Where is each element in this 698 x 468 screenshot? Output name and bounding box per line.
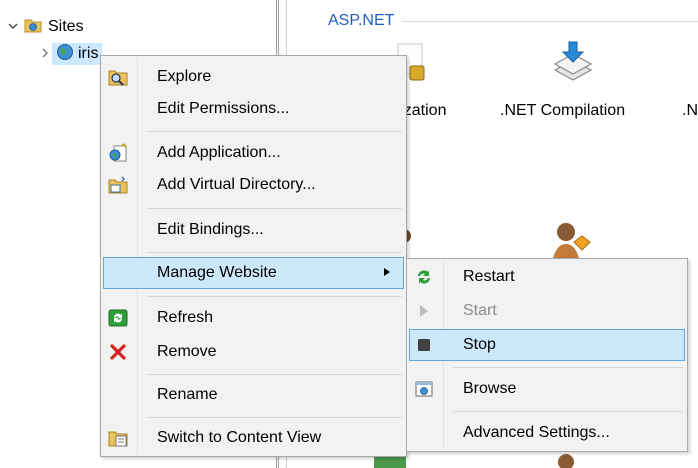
menu-separator bbox=[147, 131, 402, 132]
refresh-icon bbox=[107, 307, 129, 329]
menu-item-label: Manage Website bbox=[157, 264, 277, 281]
menu-item-label: Refresh bbox=[157, 309, 214, 326]
tree-node-label: iris bbox=[78, 45, 99, 62]
stop-icon bbox=[413, 334, 435, 356]
menu-item-add-virtual-directory[interactable]: Add Virtual Directory... bbox=[103, 169, 404, 201]
menu-item-label: Add Application... bbox=[157, 144, 281, 161]
menu-item-add-application[interactable]: Add Application... bbox=[103, 137, 404, 169]
chevron-down-icon[interactable] bbox=[6, 20, 20, 35]
menu-item-start: Start bbox=[409, 295, 685, 327]
chevron-right-icon[interactable] bbox=[38, 47, 52, 62]
tree-node-sites[interactable]: Sites bbox=[6, 16, 84, 38]
menu-item-remove[interactable]: Remove bbox=[103, 336, 404, 368]
menu-item-label: Explore bbox=[157, 68, 212, 85]
menu-item-restart[interactable]: Restart bbox=[409, 261, 685, 293]
menu-item-advanced-settings[interactable]: Advanced Settings... bbox=[409, 417, 685, 449]
menu-item-label: Rename bbox=[157, 386, 218, 403]
manage-website-submenu: Restart Start Stop Browse Advanced Setti… bbox=[406, 258, 688, 452]
group-title: ASP.NET bbox=[328, 12, 395, 29]
folder-search-icon bbox=[107, 66, 129, 88]
tree-node-label: Sites bbox=[48, 18, 84, 35]
context-menu: Explore Edit Permissions... Add Applicat… bbox=[100, 55, 407, 457]
menu-separator bbox=[147, 417, 402, 418]
menu-separator bbox=[147, 252, 402, 253]
menu-separator bbox=[147, 208, 402, 209]
group-divider bbox=[402, 20, 698, 22]
remove-x-icon bbox=[107, 341, 129, 363]
menu-item-explore[interactable]: Explore bbox=[103, 61, 404, 93]
menu-separator bbox=[147, 296, 402, 297]
menu-item-label: Browse bbox=[463, 380, 517, 397]
feature-label[interactable]: .NET Compilation bbox=[500, 102, 625, 120]
group-header: ASP.NET bbox=[328, 12, 698, 30]
menu-item-stop[interactable]: Stop bbox=[409, 329, 685, 361]
menu-item-label: Remove bbox=[157, 343, 217, 360]
menu-item-switch-content-view[interactable]: Switch to Content View bbox=[103, 422, 404, 454]
tree-node-site[interactable]: iris bbox=[38, 43, 103, 66]
menu-item-label: Edit Permissions... bbox=[157, 100, 290, 117]
globe-icon bbox=[56, 43, 74, 66]
browse-icon bbox=[413, 378, 435, 400]
menu-item-edit-bindings[interactable]: Edit Bindings... bbox=[103, 214, 404, 246]
menu-item-label: Restart bbox=[463, 268, 515, 285]
start-icon bbox=[413, 300, 435, 322]
add-application-icon bbox=[107, 142, 129, 164]
content-view-icon bbox=[107, 427, 129, 449]
sites-folder-icon bbox=[24, 17, 42, 38]
menu-item-edit-permissions[interactable]: Edit Permissions... bbox=[103, 93, 404, 125]
menu-item-label: Start bbox=[463, 302, 497, 319]
menu-item-label: Stop bbox=[463, 336, 496, 353]
menu-item-browse[interactable]: Browse bbox=[409, 373, 685, 405]
feature-label[interactable]: .N bbox=[682, 102, 698, 120]
menu-item-manage-website[interactable]: Manage Website bbox=[103, 257, 404, 289]
add-virtual-directory-icon bbox=[107, 174, 129, 196]
submenu-arrow-icon bbox=[383, 267, 391, 280]
menu-separator bbox=[453, 367, 683, 368]
menu-separator bbox=[147, 374, 402, 375]
menu-item-label: Advanced Settings... bbox=[463, 424, 610, 441]
restart-icon bbox=[413, 266, 435, 288]
menu-item-refresh[interactable]: Refresh bbox=[103, 302, 404, 334]
menu-item-label: Switch to Content View bbox=[157, 429, 322, 446]
tree-selection[interactable]: iris bbox=[52, 43, 103, 66]
menu-item-label: Edit Bindings... bbox=[157, 221, 264, 238]
net-compilation-icon[interactable] bbox=[550, 40, 596, 95]
menu-item-label: Add Virtual Directory... bbox=[157, 176, 316, 193]
menu-item-rename[interactable]: Rename bbox=[103, 379, 404, 411]
menu-separator bbox=[453, 411, 683, 412]
